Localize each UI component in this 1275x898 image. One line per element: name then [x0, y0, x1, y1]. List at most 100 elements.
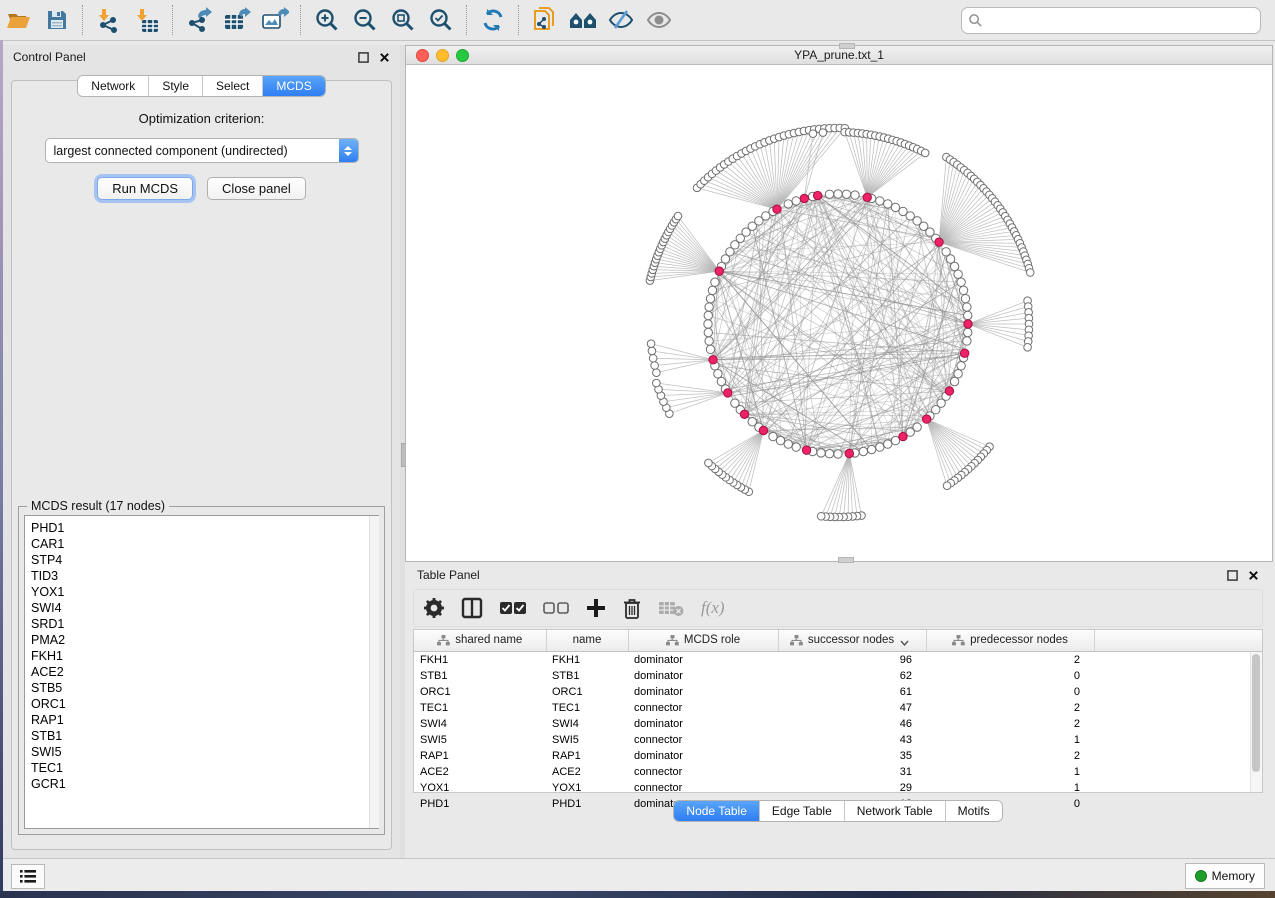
network-leaf-node[interactable]	[674, 212, 682, 220]
mcds-result-item[interactable]: STP4	[31, 552, 378, 568]
zoom-out-icon[interactable]	[348, 4, 382, 36]
network-node[interactable]	[784, 440, 792, 448]
network-node[interactable]	[957, 362, 965, 370]
refresh-icon[interactable]	[476, 4, 510, 36]
table-cell[interactable]: SWI5	[414, 732, 546, 748]
mcds-result-item[interactable]: CAR1	[31, 536, 378, 552]
network-leaf-node[interactable]	[921, 149, 929, 157]
mcds-node[interactable]	[863, 193, 871, 201]
mcds-node[interactable]	[960, 349, 968, 357]
mcds-result-item[interactable]: YOX1	[31, 584, 378, 600]
network-node[interactable]	[963, 303, 971, 311]
table-row[interactable]: YOX1YOX1connector291	[414, 780, 1262, 796]
float-panel-icon[interactable]	[1227, 570, 1238, 581]
close-panel-icon[interactable]	[379, 52, 390, 63]
table-cell[interactable]: ACE2	[546, 764, 628, 780]
mcds-result-item[interactable]: SWI4	[31, 600, 378, 616]
mcds-result-item[interactable]: SWI5	[31, 744, 378, 760]
table-cell[interactable]: 2	[926, 748, 1094, 764]
network-node[interactable]	[954, 370, 962, 378]
network-node[interactable]	[825, 190, 833, 198]
network-node[interactable]	[842, 190, 850, 198]
mcds-node[interactable]	[945, 387, 953, 395]
horizontal-splitter-grip[interactable]	[838, 557, 854, 563]
mcds-node[interactable]	[964, 320, 972, 328]
network-node[interactable]	[705, 303, 713, 311]
network-node[interactable]	[706, 345, 714, 353]
run-mcds-button[interactable]: Run MCDS	[97, 177, 193, 200]
network-node[interactable]	[954, 270, 962, 278]
table-cell[interactable]: 46	[778, 716, 926, 732]
network-node[interactable]	[704, 311, 712, 319]
network-node[interactable]	[792, 443, 800, 451]
export-image-icon[interactable]	[258, 4, 292, 36]
import-table-icon[interactable]	[130, 4, 164, 36]
column-header-name[interactable]: name	[546, 630, 628, 652]
import-network-icon[interactable]	[92, 4, 126, 36]
table-cell[interactable]: 96	[778, 652, 926, 669]
table-cell[interactable]: STB1	[414, 668, 546, 684]
mcds-list-scrollbar[interactable]	[369, 516, 379, 828]
tab-network-table[interactable]: Network Table	[845, 801, 946, 821]
table-cell[interactable]: 2	[926, 700, 1094, 716]
network-node[interactable]	[711, 278, 719, 286]
mcds-node[interactable]	[715, 267, 723, 275]
network-leaf-node[interactable]	[1024, 343, 1032, 351]
table-cell[interactable]: dominator	[628, 684, 778, 700]
table-cell[interactable]: connector	[628, 780, 778, 796]
zoom-in-icon[interactable]	[310, 4, 344, 36]
network-leaf-node[interactable]	[648, 347, 656, 355]
network-node[interactable]	[825, 450, 833, 458]
table-cell[interactable]: 1	[926, 764, 1094, 780]
table-cell[interactable]: RAP1	[546, 748, 628, 764]
network-node[interactable]	[784, 200, 792, 208]
network-node[interactable]	[704, 328, 712, 336]
network-node[interactable]	[748, 418, 756, 426]
tab-motifs[interactable]: Motifs	[946, 801, 1002, 821]
select-all-icon[interactable]	[500, 601, 526, 615]
column-header-successor-nodes[interactable]: successor nodes	[778, 630, 926, 652]
tab-style[interactable]: Style	[149, 76, 203, 96]
network-node[interactable]	[708, 286, 716, 294]
optimization-criterion-select[interactable]: largest connected component (undirected)	[45, 138, 359, 163]
table-cell[interactable]: 61	[778, 684, 926, 700]
delete-table-icon[interactable]	[658, 599, 684, 617]
hide-panel-icon[interactable]	[604, 4, 638, 36]
network-node[interactable]	[950, 262, 958, 270]
mcds-result-item[interactable]: PMA2	[31, 632, 378, 648]
table-cell[interactable]: 29	[778, 780, 926, 796]
float-panel-icon[interactable]	[358, 52, 369, 63]
table-cell[interactable]: 47	[778, 700, 926, 716]
network-node[interactable]	[876, 443, 884, 451]
network-leaf-node[interactable]	[943, 482, 951, 490]
show-panel-icon[interactable]	[642, 4, 676, 36]
network-node[interactable]	[964, 311, 972, 319]
table-row[interactable]: SWI4SWI4dominator462	[414, 716, 1262, 732]
table-cell[interactable]: 2	[926, 716, 1094, 732]
table-cell[interactable]: dominator	[628, 652, 778, 669]
mcds-result-item[interactable]: STB5	[31, 680, 378, 696]
tab-select[interactable]: Select	[203, 76, 263, 96]
table-cell[interactable]: SWI5	[546, 732, 628, 748]
network-node[interactable]	[714, 370, 722, 378]
mcds-node[interactable]	[709, 356, 717, 364]
task-history-button[interactable]	[11, 864, 45, 889]
network-graph[interactable]	[406, 65, 1270, 561]
mcds-result-item[interactable]: PHD1	[31, 520, 378, 536]
mcds-result-item[interactable]: FKH1	[31, 648, 378, 664]
mcds-result-list[interactable]: PHD1CAR1STP4TID3YOX1SWI4SRD1PMA2FKH1ACE2…	[24, 515, 379, 829]
table-cell[interactable]: ORC1	[414, 684, 546, 700]
top-splitter-grip[interactable]	[839, 43, 855, 49]
table-cell[interactable]: STB1	[546, 668, 628, 684]
gear-icon[interactable]	[424, 598, 444, 618]
mcds-node[interactable]	[800, 194, 808, 202]
network-leaf-node[interactable]	[651, 362, 659, 370]
save-icon[interactable]	[40, 4, 74, 36]
mcds-node[interactable]	[935, 238, 943, 246]
network-node[interactable]	[706, 294, 714, 302]
network-leaf-node[interactable]	[653, 379, 661, 387]
columns-icon[interactable]	[461, 597, 483, 619]
network-canvas[interactable]	[406, 65, 1272, 561]
table-row[interactable]: FKH1FKH1dominator962	[414, 652, 1262, 669]
add-icon[interactable]	[586, 598, 606, 618]
